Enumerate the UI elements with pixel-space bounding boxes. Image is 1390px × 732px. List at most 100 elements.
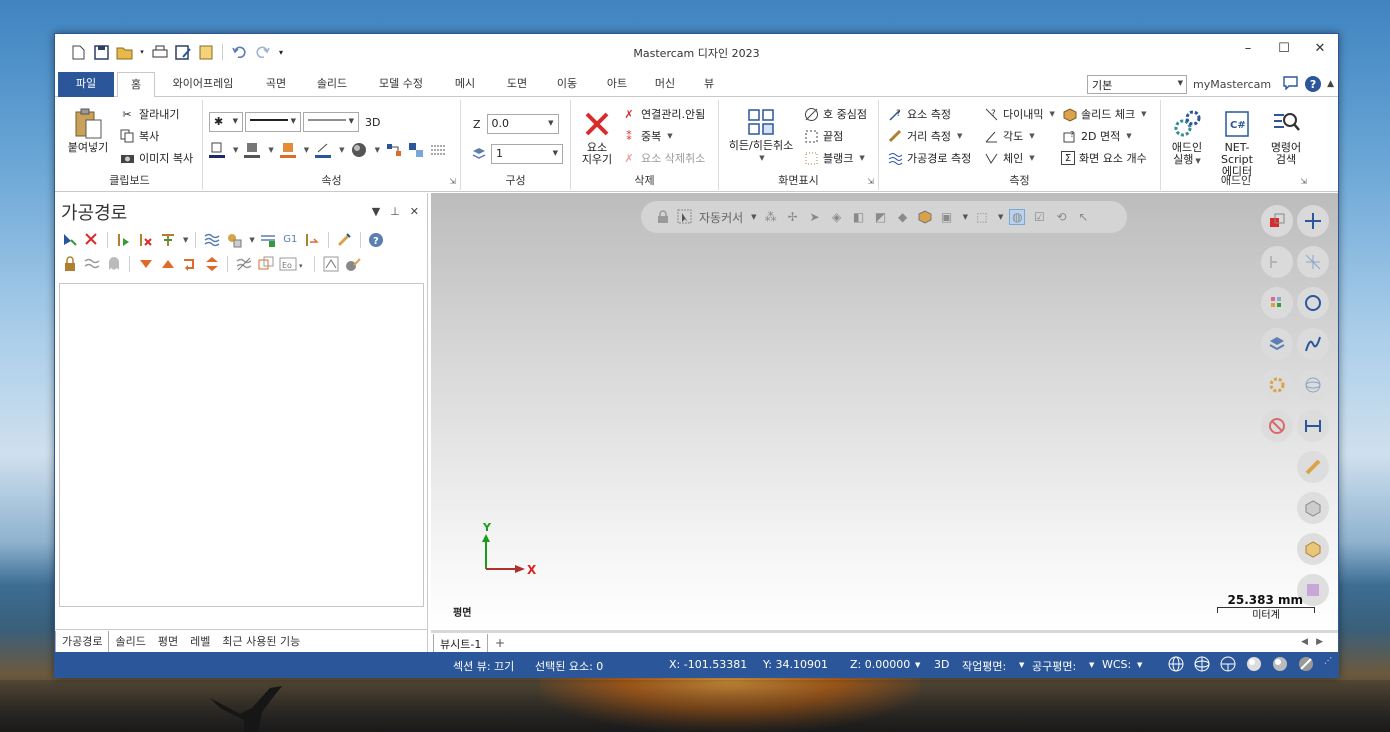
entity-count-button[interactable]: Σ 화면 요소 개수 [1061,150,1147,166]
wcs-status[interactable]: WCS: [1102,658,1131,671]
delete-duplicates-button[interactable]: ✗ 연결관리.안됨 [621,106,705,122]
chevron-down-icon[interactable]: ▼ [963,213,968,221]
shaded-edges-icon[interactable] [1272,656,1288,672]
cplane-status[interactable]: 작업평면: [962,658,1006,674]
level-input[interactable]: 1 ▼ [491,144,563,164]
panel-tab-toolpaths[interactable]: 가공경로 [55,630,110,653]
hide-unhide-button[interactable]: 히든/히든취소 ▼ [725,106,797,164]
translucency-icon[interactable] [1298,656,1314,672]
hidden-lines-icon[interactable] [1220,656,1236,672]
select-all-icon[interactable]: ⟲ [1053,209,1069,225]
toolpath-filter-icon[interactable] [322,255,339,272]
tab-solids[interactable]: 솔리드 [307,72,357,97]
tab-surfaces[interactable]: 곡면 [251,72,301,97]
delete-entities-button[interactable]: 요소 지우기 [577,108,617,166]
dialog-launcher-icon[interactable]: ⇲ [1300,177,1307,186]
lock-icon[interactable] [61,255,78,272]
set-main-icon[interactable] [408,142,424,158]
select-edge-icon[interactable]: ◩ [873,209,889,225]
select-solid-icon[interactable] [917,209,933,225]
post-process-icon[interactable] [260,231,277,248]
gnomon-icon[interactable] [1297,246,1329,278]
settings-icon[interactable] [1261,369,1293,401]
curve-icon[interactable] [1297,328,1329,360]
netscript-editor-button[interactable]: C# NET-Script 에디터 [1209,108,1265,178]
maximize-button[interactable]: ☐ [1266,34,1302,62]
insert-after-icon[interactable] [181,255,198,272]
minimize-button[interactable]: – [1230,34,1266,62]
chevron-down-icon[interactable]: ▼ [233,146,238,154]
chevron-down-icon[interactable]: ▼ [268,146,273,154]
grid-icon[interactable] [1261,287,1293,319]
analyze-toolpath-button[interactable]: 가공경로 측정 [887,150,971,166]
tab-wireframe[interactable]: 와이어프레임 [163,72,243,97]
select-arrow-icon[interactable]: ➤ [807,209,823,225]
analyze-distance-button[interactable]: 거리 측정 ▼ [887,128,962,144]
backplot-icon[interactable] [203,231,220,248]
run-addin-button[interactable]: 애드인 실행 ▼ [1165,108,1209,167]
surface-color-icon[interactable] [279,142,296,158]
points-select-icon[interactable]: ⁂ [763,209,779,225]
move-down-icon[interactable] [137,255,154,272]
analyze-chain-button[interactable]: 체인 ▼ [983,150,1035,166]
tab-model-prep[interactable]: 모델 수정 [367,72,435,97]
graphics-viewport[interactable]: 자동커서 ▼ ⁂ ✢ ➤ ◈ ◧ ◩ ◆ ▣ ▼ ⬚ ▼ ◍ ☑ ⟲ ↖ Y X… [431,193,1338,629]
material-icon[interactable] [351,142,367,158]
solid-color-icon[interactable] [244,142,261,158]
shaded-icon[interactable] [1246,656,1262,672]
simulate-icon[interactable] [159,231,176,248]
copy-button[interactable]: 복사 [119,128,159,144]
dimension-icon[interactable] [1297,410,1329,442]
lock-selection-icon[interactable] [655,209,671,225]
panel-tab-recent-functions[interactable]: 최근 사용된 기능 [216,631,306,653]
collapse-ribbon-icon[interactable]: ▲ [1327,79,1334,89]
regenerate-dirty-icon[interactable] [137,231,154,248]
wireframe-globe-icon[interactable] [1194,656,1210,672]
ghost-icon[interactable] [105,255,122,272]
planes-icon[interactable] [1261,246,1293,278]
chevron-down-icon[interactable]: ▼ [751,213,756,221]
chevron-down-icon[interactable]: ▼ [998,213,1003,221]
zoom-fit-icon[interactable] [1297,205,1329,237]
shaded-box-icon[interactable] [1297,492,1329,524]
analyze-entity-button[interactable]: ? 요소 측정 [887,106,951,122]
panel-tab-solids[interactable]: 솔리드 [109,631,151,653]
display-options-icon[interactable]: Eo ▾ [279,255,307,272]
verify-icon[interactable] [225,231,242,248]
check-solid-button[interactable]: 솔리드 체크 ▼ [1061,106,1147,122]
selection-filter-icon[interactable]: ◍ [1009,209,1026,225]
dialog-launcher-icon[interactable]: ⇲ [867,177,874,186]
chevron-down-icon[interactable]: ▼ [339,146,344,154]
select-body-icon[interactable]: ◆ [895,209,911,225]
toolpath-tree[interactable] [59,283,424,607]
regenerate-all-icon[interactable] [115,231,132,248]
solid-box-icon[interactable] [1297,533,1329,565]
panel-tab-levels[interactable]: 레벨 [184,631,216,653]
image-copy-button[interactable]: 이미지 복사 [119,150,193,166]
select-surface-icon[interactable]: ◈ [829,209,845,225]
tplane-status[interactable]: 공구평면: [1032,658,1076,674]
section-view-status[interactable]: 섹션 뷰: 끄기 [453,658,514,674]
view-sheet-icon[interactable] [1261,205,1293,237]
cursor-select-icon[interactable] [677,209,693,225]
point-style-select[interactable]: ✱ ▼ [209,112,243,132]
cursor-z-status[interactable]: Z: 0.00000 [850,658,910,671]
tab-home[interactable]: 홈 [117,72,155,98]
prohibited-icon[interactable] [1261,410,1293,442]
line-color-icon[interactable] [315,142,332,158]
window-select-icon[interactable]: ⬚ [974,209,990,225]
selection-mode-label[interactable]: 자동커서 [699,209,743,226]
panel-tab-planes[interactable]: 평면 [152,631,184,653]
paste-button[interactable]: 붙여넣기 [65,108,111,154]
select-face-icon[interactable]: ◧ [851,209,867,225]
arc-centers-button[interactable]: 호 중심점 [803,106,867,122]
chevron-down-icon[interactable]: ▼ [1019,661,1024,669]
stock-icon[interactable] [257,255,274,272]
select-last-icon[interactable]: ☑ [1031,209,1047,225]
mode-3d-status[interactable]: 3D [934,658,949,671]
mode-3d-toggle[interactable]: 3D [365,116,380,129]
chevron-down-icon[interactable]: ▼ [304,146,309,154]
tab-transform[interactable]: 이동 [545,72,589,97]
chevron-down-icon[interactable]: ▼ [1089,661,1094,669]
tool-manager-icon[interactable] [336,231,353,248]
